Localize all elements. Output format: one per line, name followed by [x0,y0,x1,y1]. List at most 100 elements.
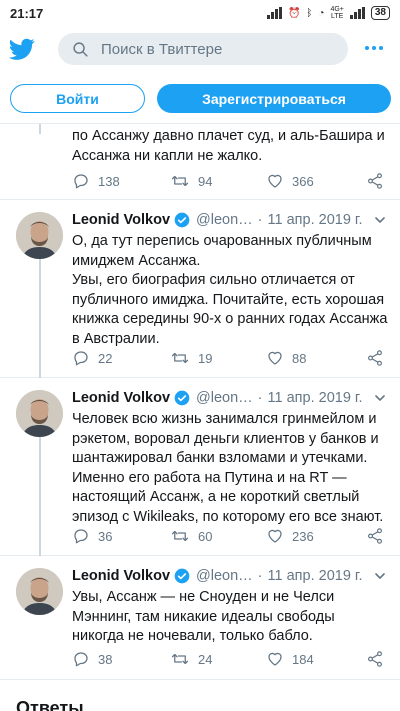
avatar-image [16,390,63,437]
author-name[interactable]: Leonid Volkov [72,568,170,584]
retweet-icon [171,530,189,542]
reply-count: 138 [98,173,120,189]
tweet-header: Leonid Volkov @leon… · 11 апр. 2019 г. [72,210,390,230]
wifi-icon: ◔ [318,7,325,19]
status-time: 21:17 [10,5,44,21]
chevron-down-icon[interactable] [374,392,386,404]
reply-button[interactable]: 38 [72,650,112,668]
network-type: 4G+ LTE [330,6,343,20]
like-count: 366 [292,173,314,189]
thread-line [39,259,41,378]
reply-button[interactable]: 138 [72,172,120,190]
signal-icon [266,7,282,19]
tweet-item[interactable]: по Ассанжу давно плачет суд, и аль-Башир… [0,124,400,200]
separator-dot: · [257,390,263,406]
cell-signal-icon [349,7,365,19]
top-header: Поиск в Твиттере [0,28,400,72]
reply-count: 22 [98,350,113,366]
tweet-header: Leonid Volkov @leon… · 11 апр. 2019 г. [72,566,390,586]
share-icon [368,173,382,189]
search-input[interactable]: Поиск в Твиттере [58,33,348,65]
retweet-count: 94 [198,173,213,189]
network-type-bottom: LTE [330,13,344,20]
separator-dot: · [257,212,263,228]
chevron-down-icon[interactable] [374,214,386,226]
retweet-icon [171,352,189,364]
tweet-date[interactable]: 11 апр. 2019 г. [268,212,363,228]
login-button[interactable]: Войти [10,84,145,113]
avatar-image [16,568,63,615]
tweet-text: Человек всю жизнь занимался гринмейлом и… [72,411,384,525]
like-button[interactable]: 366 [266,172,314,190]
author-handle: @leon… [196,212,253,228]
tweet-text: Увы, Ассанж — не Сноуден и не Челси Мэнн… [72,589,335,644]
retweet-count: 24 [198,651,213,667]
thread-line [39,124,41,134]
retweet-button[interactable]: 94 [170,172,212,190]
avatar[interactable] [16,390,63,437]
tweet-text: О, да тут перепись очарованных публичным… [72,233,388,347]
retweet-button[interactable]: 19 [170,349,212,367]
share-button[interactable] [366,172,384,190]
like-icon [268,174,282,188]
share-icon [368,350,382,366]
like-button[interactable]: 88 [266,349,306,367]
tweet-date[interactable]: 11 апр. 2019 г. [268,390,363,406]
reply-icon [74,529,88,544]
retweet-count: 60 [198,528,213,544]
retweet-button[interactable]: 24 [170,650,212,668]
verified-icon [174,390,190,406]
alarm-icon: ⏰ [287,7,301,19]
reply-button[interactable]: 22 [72,349,112,367]
like-count: 88 [292,350,307,366]
like-count: 236 [292,528,314,544]
tweet-item[interactable]: Leonid Volkov @leon… · 11 апр. 2019 г. Ч… [0,378,400,556]
chevron-down-icon[interactable] [374,570,386,582]
reply-icon [74,174,88,189]
avatar[interactable] [16,212,63,259]
share-button[interactable] [366,527,384,545]
reply-count: 36 [98,528,113,544]
twitter-logo-icon[interactable] [8,36,36,62]
reply-icon [74,652,88,667]
avatar[interactable] [16,568,63,615]
share-button[interactable] [366,349,384,367]
reply-count: 38 [98,651,113,667]
like-count: 184 [292,651,314,667]
signup-button[interactable]: Зарегистрироваться [157,84,391,113]
retweet-button[interactable]: 60 [170,527,212,545]
like-button[interactable]: 184 [266,650,314,668]
reply-button[interactable]: 36 [72,527,112,545]
like-button[interactable]: 236 [266,527,314,545]
tweet-item[interactable]: Leonid Volkov @leon… · 11 апр. 2019 г. У… [0,556,400,680]
tweet-date[interactable]: 11 апр. 2019 г. [268,568,363,584]
like-icon [268,351,282,365]
tweet-actions: 36 60 236 [72,525,388,547]
status-bar: 21:17 ⏰ ᛒ ◔ 4G+ LTE 38 [0,0,400,26]
author-handle: @leon… [196,568,253,584]
retweet-icon [171,653,189,665]
reply-icon [74,351,88,366]
share-button[interactable] [366,650,384,668]
battery-indicator: 38 [370,6,390,20]
thread-line [39,437,41,556]
search-icon [73,41,88,57]
author-name[interactable]: Leonid Volkov [72,212,170,228]
share-icon [368,528,382,544]
verified-icon [174,212,190,228]
auth-bar: Войти Зарегистрироваться [0,72,400,124]
answers-heading: Ответы [16,698,84,711]
tweet-text: по Ассанжу давно плачет суд, и аль-Башир… [72,128,385,164]
author-name[interactable]: Leonid Volkov [72,390,170,406]
tweet-header: Leonid Volkov @leon… · 11 апр. 2019 г. [72,388,390,408]
tweet-item[interactable]: Leonid Volkov @leon… · 11 апр. 2019 г. О… [0,200,400,378]
bluetooth-icon: ᛒ [306,7,313,19]
retweet-icon [171,175,189,187]
more-icon[interactable] [364,38,384,58]
like-icon [268,529,282,543]
verified-icon [174,568,190,584]
separator-dot: · [257,568,263,584]
tweet-actions: 138 94 366 [72,170,388,192]
tweet-actions: 38 24 184 [72,648,388,670]
status-icons: ⏰ ᛒ ◔ 4G+ LTE 38 [266,6,390,20]
